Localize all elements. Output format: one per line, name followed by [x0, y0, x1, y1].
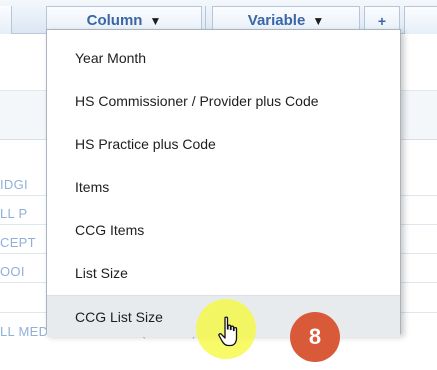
menu-item-items[interactable]: Items — [47, 166, 400, 208]
menu-item-hs-practice[interactable]: HS Practice plus Code — [47, 123, 400, 165]
toolbar-next-cell — [404, 6, 437, 34]
menu-item-list-size[interactable]: List Size — [47, 252, 400, 294]
menu-item-ccg-items[interactable]: CCG Items — [47, 209, 400, 251]
variable-label: Variable — [247, 12, 306, 29]
hand-pointer-icon — [218, 316, 244, 348]
menu-item-hs-commissioner-provider[interactable]: HS Commissioner / Provider plus Code — [47, 80, 400, 122]
column-label: Column — [86, 12, 143, 29]
toolbar-left-stub — [0, 6, 12, 34]
menu-item-year-month[interactable]: Year Month — [47, 37, 400, 79]
chevron-down-icon: ▼ — [312, 13, 325, 28]
column-dropdown-menu: Year Month HS Commissioner / Provider pl… — [46, 29, 401, 337]
step-number-badge: 8 — [290, 312, 340, 362]
chevron-down-icon: ▼ — [149, 13, 162, 28]
plus-icon: + — [377, 12, 387, 29]
